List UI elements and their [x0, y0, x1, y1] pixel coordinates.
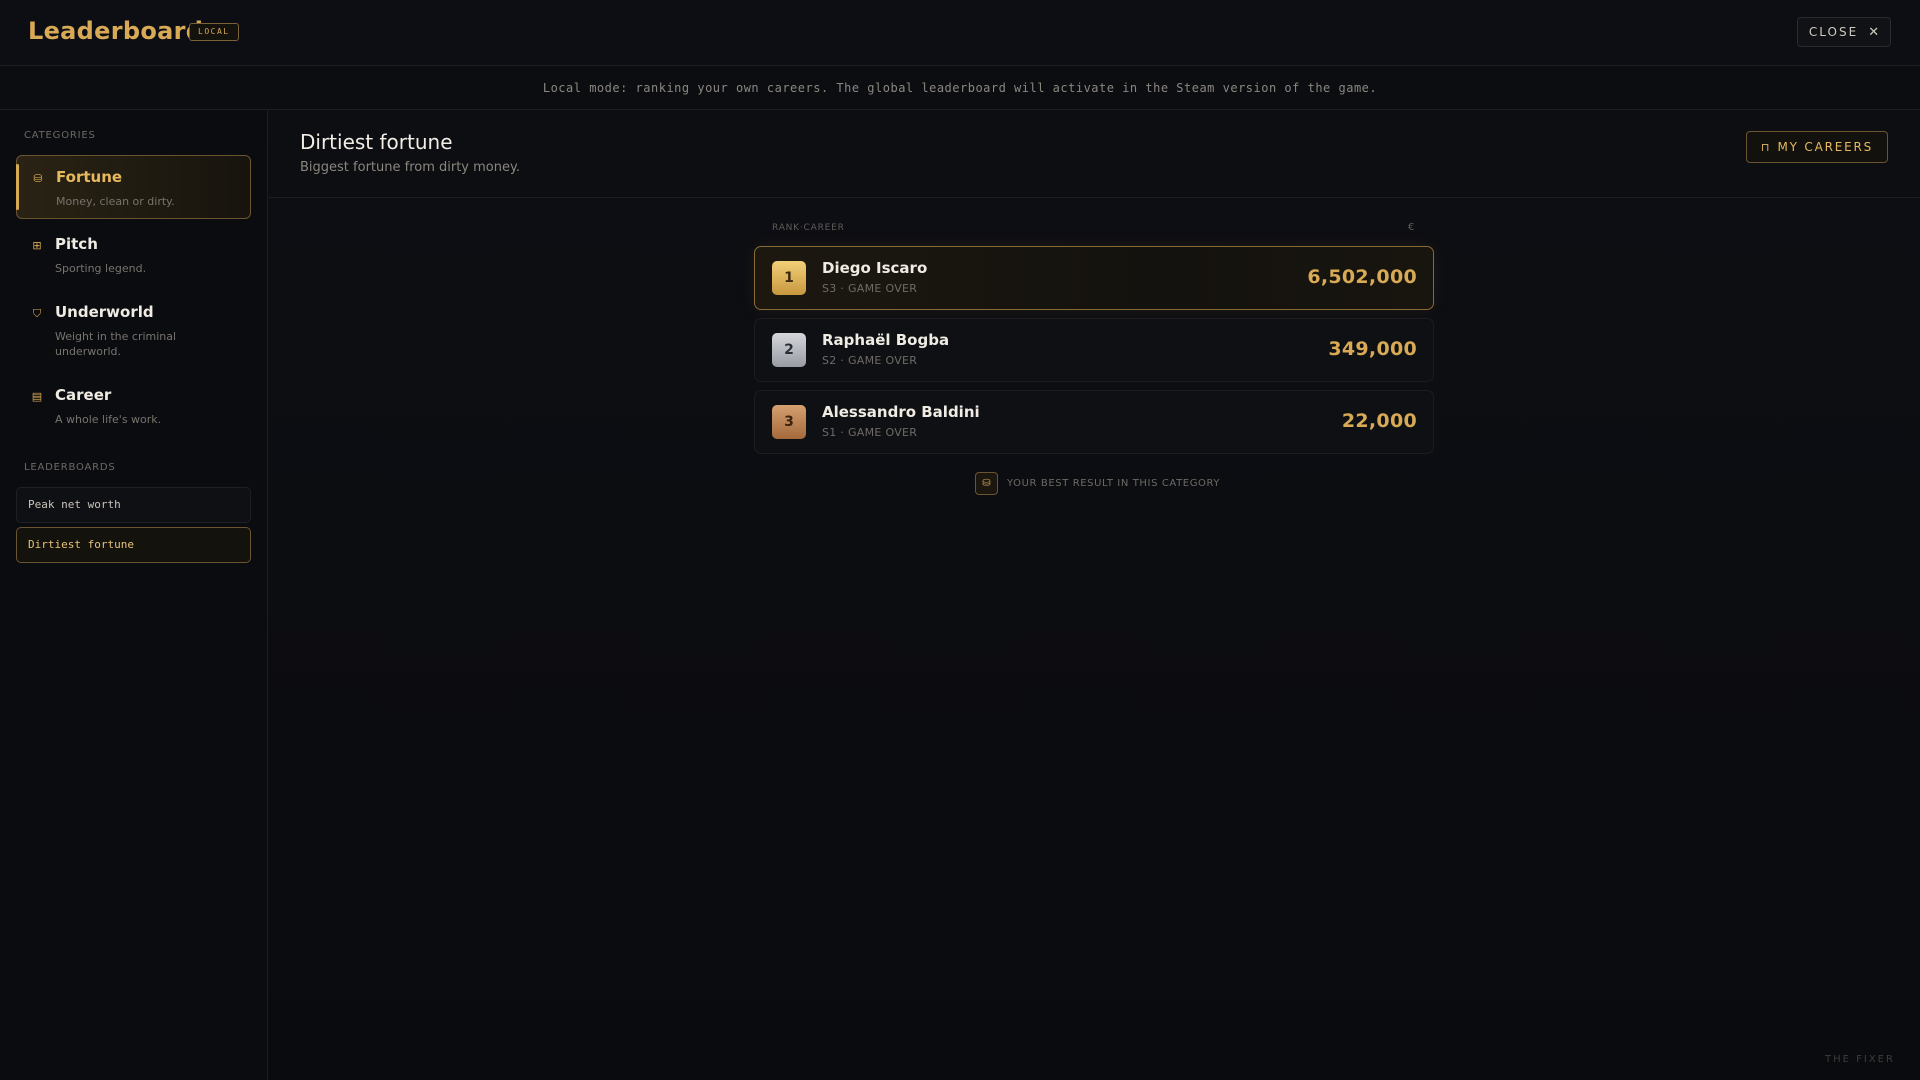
category-name: Fortune — [56, 168, 123, 186]
category-career[interactable]: ▤ Career A whole life's work. — [16, 374, 251, 434]
career-name: Diego Iscaro — [822, 259, 928, 277]
my-careers-label: MY CAREERS — [1777, 140, 1874, 154]
career-value: 22,000 — [1341, 410, 1417, 432]
main-header: Dirtiest fortune Biggest fortune from di… — [269, 110, 1920, 198]
rank-medal-gold: 1 — [772, 261, 806, 295]
career-value: 6,502,000 — [1307, 266, 1417, 288]
ranking-row[interactable]: 1 Diego Iscaro S3 · GAME OVER 6,502,000 — [754, 246, 1434, 310]
ranking-row[interactable]: 3 Alessandro Baldini S1 · GAME OVER 22,0… — [754, 390, 1434, 454]
category-underworld[interactable]: ⛉ Underworld Weight in the criminal unde… — [16, 291, 251, 367]
list-header-currency: € — [1408, 222, 1415, 233]
category-name: Career — [55, 386, 112, 404]
career-name: Alessandro Baldini — [822, 403, 980, 421]
category-desc: Money, clean or dirty. — [56, 195, 175, 208]
briefcase-icon: ⊓ — [1760, 140, 1770, 154]
category-fortune[interactable]: ⛁ Fortune Money, clean or dirty. — [16, 155, 251, 219]
leaderboard-peak-net-worth[interactable]: Peak net worth — [16, 487, 251, 523]
local-mode-notice: Local mode: ranking your own careers. Th… — [0, 66, 1920, 110]
ranking-row[interactable]: 2 Raphaël Bogba S2 · GAME OVER 349,000 — [754, 318, 1434, 382]
career-value: 349,000 — [1328, 338, 1417, 360]
close-button[interactable]: CLOSE ✕ — [1797, 17, 1891, 47]
best-result-legend: ⛁ YOUR BEST RESULT IN THIS CATEGORY — [975, 472, 1220, 495]
document-icon: ▤ — [31, 390, 43, 403]
pitch-icon: ⊞ — [32, 239, 42, 252]
list-header-rank: RANK·CAREER — [772, 223, 845, 233]
career-meta: S3 · GAME OVER — [822, 282, 918, 295]
career-meta: S1 · GAME OVER — [822, 426, 918, 439]
page-title: Dirtiest fortune — [300, 130, 453, 154]
my-careers-button[interactable]: ⊓ MY CAREERS — [1746, 131, 1888, 163]
close-label: CLOSE — [1808, 25, 1859, 39]
page-subtitle: Biggest fortune from dirty money. — [300, 160, 520, 175]
coins-icon: ⛁ — [975, 472, 998, 495]
sidebar: CATEGORIES ⛁ Fortune Money, clean or dir… — [0, 110, 268, 1080]
category-desc: Sporting legend. — [55, 262, 147, 275]
top-bar: Leaderboard LOCAL CLOSE ✕ — [0, 0, 1920, 66]
category-desc: A whole life's work. — [55, 413, 162, 426]
leaderboard-dirtiest-fortune[interactable]: Dirtiest fortune — [16, 527, 251, 563]
close-icon: ✕ — [1868, 24, 1880, 40]
rank-medal-bronze: 3 — [772, 405, 806, 439]
category-desc: Weight in the criminal underworld. — [55, 330, 177, 358]
mode-badge: LOCAL — [189, 23, 239, 41]
legend-text: YOUR BEST RESULT IN THIS CATEGORY — [1007, 478, 1221, 489]
category-name: Underworld — [55, 303, 154, 321]
career-meta: S2 · GAME OVER — [822, 354, 918, 367]
shield-icon: ⛉ — [32, 307, 42, 320]
footer-brand: THE FIXER — [1825, 1054, 1895, 1065]
leaderboards-label: LEADERBOARDS — [24, 462, 116, 473]
rank-medal-silver: 2 — [772, 333, 806, 367]
leaderboard-window: Leaderboard LOCAL CLOSE ✕ Local mode: ra… — [0, 0, 1920, 1080]
app-title: Leaderboard — [28, 17, 204, 45]
category-name: Pitch — [55, 235, 98, 253]
categories-label: CATEGORIES — [24, 130, 96, 141]
career-name: Raphaël Bogba — [822, 331, 950, 349]
category-pitch[interactable]: ⊞ Pitch Sporting legend. — [16, 223, 251, 283]
coins-icon: ⛁ — [33, 172, 43, 185]
